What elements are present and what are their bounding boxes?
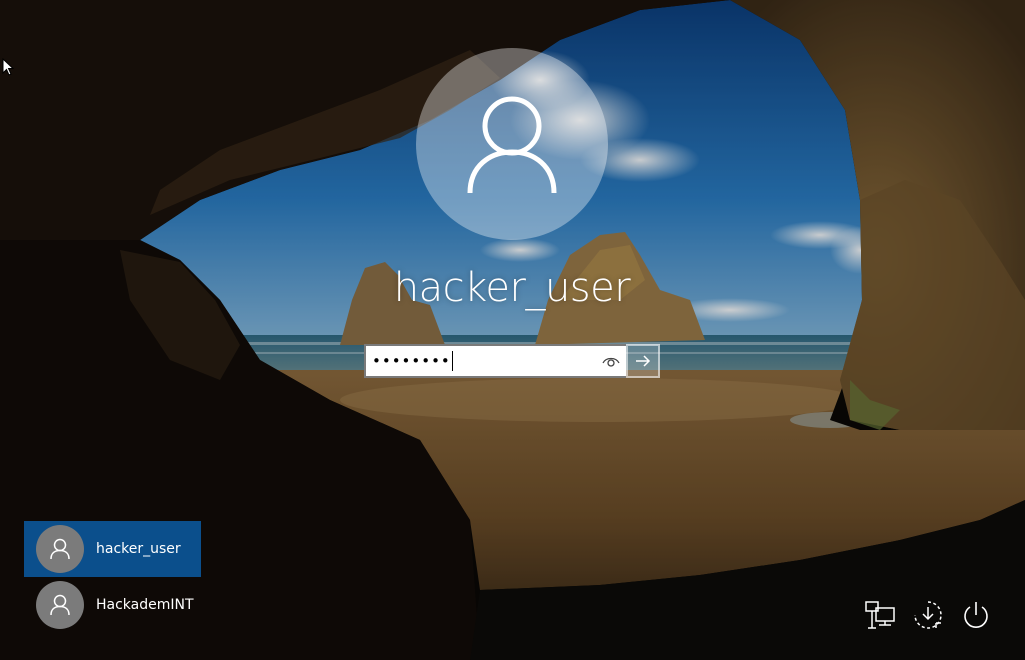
user-list-item-hacker-user[interactable]: hacker_user	[24, 521, 201, 577]
ease-of-access-button[interactable]	[911, 598, 945, 632]
mouse-cursor-icon	[2, 58, 14, 76]
password-masked-text: ••••••••	[372, 352, 451, 370]
user-list-item-hackademint[interactable]: HackademINT	[24, 577, 201, 633]
avatar	[36, 525, 84, 573]
network-icon	[865, 601, 895, 629]
user-list-item-label: hacker_user	[96, 541, 181, 557]
user-silhouette-icon	[467, 96, 557, 194]
network-button[interactable]	[863, 598, 897, 632]
user-avatar-large	[416, 48, 608, 240]
user-silhouette-icon	[50, 538, 70, 560]
user-silhouette-icon	[50, 594, 70, 616]
arrow-right-icon	[636, 355, 651, 367]
eye-reveal-icon[interactable]	[602, 354, 620, 368]
password-input[interactable]: ••••••••	[364, 344, 626, 378]
power-icon	[964, 602, 988, 628]
password-entry: ••••••••	[364, 344, 660, 378]
login-username-title: hacker_user	[393, 265, 631, 311]
user-switcher-list: hacker_user HackademINT	[24, 521, 201, 633]
ease-of-access-icon	[914, 601, 942, 629]
avatar	[36, 581, 84, 629]
user-list-item-label: HackademINT	[96, 597, 194, 613]
text-caret	[451, 351, 453, 371]
submit-arrow-button[interactable]	[626, 344, 660, 378]
power-button[interactable]	[959, 598, 993, 632]
